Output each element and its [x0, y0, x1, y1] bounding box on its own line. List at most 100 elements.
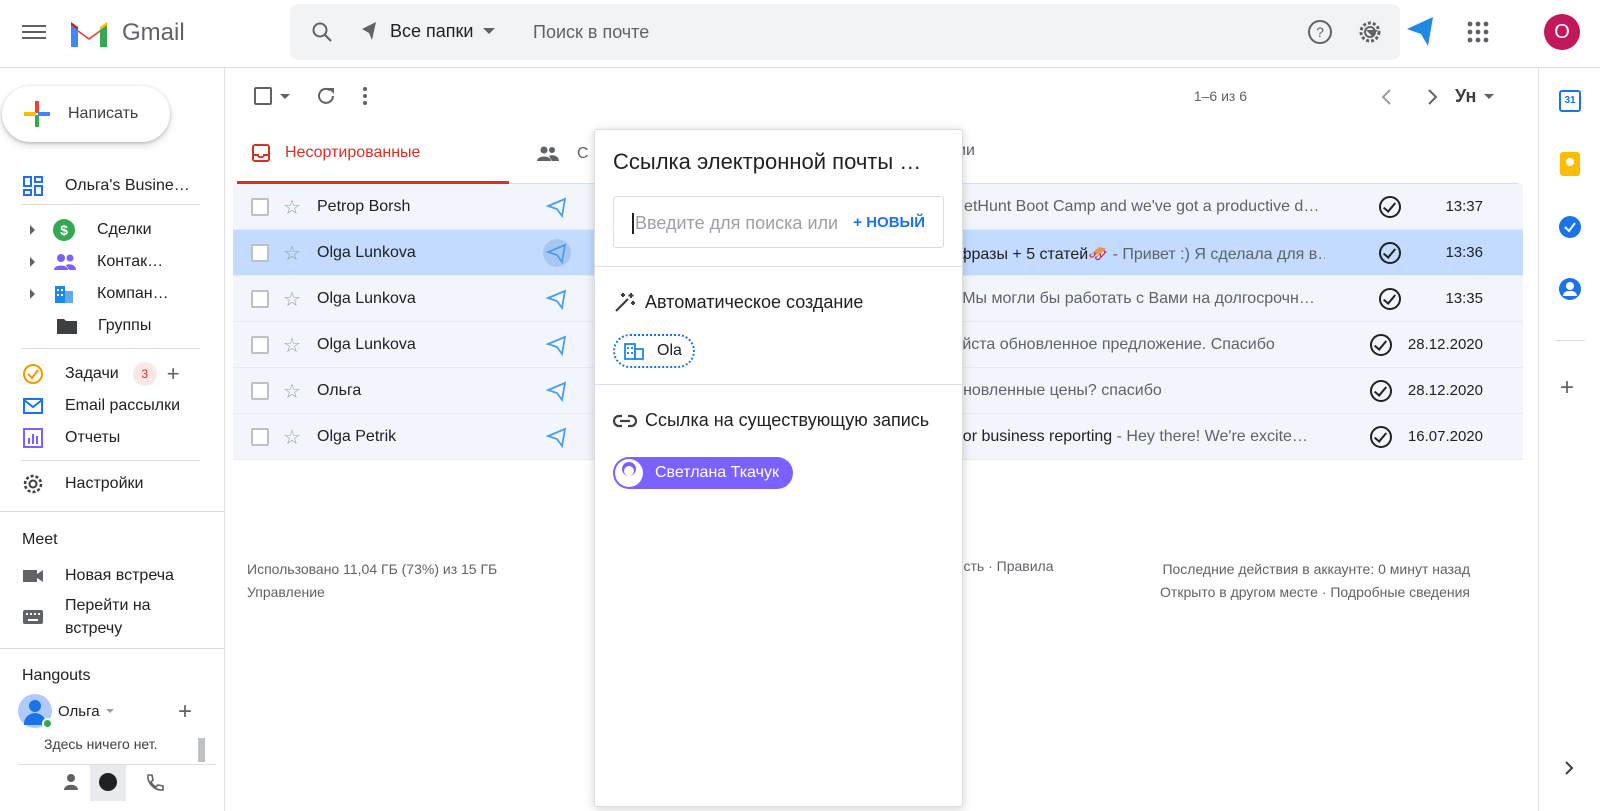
row-checkbox[interactable] — [251, 244, 269, 262]
sidebar-item-deals[interactable]: $ Сделки — [30, 216, 152, 244]
chevron-right-icon[interactable] — [1563, 760, 1575, 776]
star-icon[interactable]: ☆ — [283, 287, 301, 312]
sidebar-item-settings[interactable]: Настройки — [22, 470, 143, 498]
help-icon[interactable]: ? — [1306, 14, 1334, 50]
star-icon[interactable]: ☆ — [283, 241, 301, 266]
sidebar-item-groups[interactable]: Группы — [56, 312, 151, 340]
folder-picker[interactable]: Все папки — [360, 20, 496, 42]
chevron-right-icon[interactable] — [1425, 88, 1439, 106]
email-snippet: луйста обновленное предложение. Спасибо — [945, 336, 1275, 353]
email-subject: е фразы + 5 статей🛷 - Привет :) Я сделал… — [945, 244, 1325, 264]
star-icon[interactable]: ☆ — [283, 195, 301, 220]
sidebar-item-mailings[interactable]: Email рассылки — [22, 392, 180, 420]
auto-create-company-chip[interactable]: Ola — [613, 334, 695, 368]
join-meeting-link[interactable]: Перейти на встречу — [22, 594, 151, 640]
star-icon[interactable]: ☆ — [283, 379, 301, 404]
record-search-input[interactable]: Введите для поиска или — [632, 213, 847, 234]
add-chat-icon[interactable]: + — [178, 698, 192, 726]
sidebar-item-reports[interactable]: Отчеты — [22, 424, 120, 452]
people-icon — [537, 146, 559, 161]
account-avatar[interactable]: О — [1544, 14, 1580, 50]
refresh-icon[interactable] — [315, 85, 337, 107]
add-task-icon[interactable]: + — [167, 361, 180, 387]
new-meeting-link[interactable]: Новая встреча — [22, 562, 174, 590]
email-sender: Olga Lunkova — [317, 336, 416, 353]
done-check-icon[interactable] — [1370, 334, 1392, 356]
tab-inbox[interactable]: Несортированные — [237, 124, 509, 184]
tab-social[interactable]: С — [537, 124, 589, 184]
nethunt-link-icon[interactable] — [543, 331, 571, 359]
auto-create-section: Автоматическое создание — [613, 291, 863, 313]
calendar-icon[interactable]: 31 — [1559, 90, 1581, 112]
hangouts-chat-icon[interactable] — [90, 765, 126, 801]
chart-icon — [23, 428, 43, 448]
tasks-icon[interactable] — [1559, 216, 1581, 238]
compose-button[interactable]: Написать — [2, 86, 170, 142]
nethunt-link-icon[interactable] — [543, 193, 571, 221]
tasks-check-icon — [23, 364, 43, 384]
star-icon[interactable]: ☆ — [283, 333, 301, 358]
nethunt-link-icon[interactable] — [543, 423, 571, 451]
person-icon[interactable] — [62, 772, 80, 792]
avatar — [18, 694, 53, 729]
row-checkbox[interactable] — [251, 428, 269, 446]
nethunt-link-icon[interactable] — [543, 239, 571, 267]
chevron-down-icon[interactable] — [280, 93, 290, 99]
app-name: Gmail — [122, 19, 185, 46]
search-icon[interactable] — [310, 20, 334, 44]
details-link[interactable]: Открыто в другом месте · Подробные сведе… — [1160, 581, 1470, 604]
input-tools-button[interactable]: Ун — [1455, 86, 1495, 107]
chevron-left-icon[interactable] — [1380, 88, 1394, 106]
join-meeting-label-1: Перейти на — [65, 597, 151, 614]
email-time: 13:36 — [1445, 244, 1483, 261]
sidebar-item-companies[interactable]: Компан… — [30, 280, 169, 308]
row-checkbox[interactable] — [251, 336, 269, 354]
keyboard-icon — [23, 610, 43, 624]
phone-icon[interactable] — [144, 773, 164, 793]
input-tools-label: Ун — [1455, 86, 1477, 106]
sidebar-item-tasks[interactable]: Задачи 3 + — [22, 360, 180, 388]
manage-storage-link[interactable]: Управление — [247, 581, 497, 604]
star-icon[interactable]: ☆ — [283, 425, 301, 450]
record-search-field[interactable]: Введите для поиска или + НОВЫЙ — [613, 196, 944, 248]
nethunt-link-icon[interactable] — [543, 285, 571, 313]
chevron-down-icon — [1484, 94, 1495, 99]
row-checkbox[interactable] — [251, 382, 269, 400]
gmail-logo[interactable]: Gmail — [68, 16, 185, 50]
done-check-icon[interactable] — [1370, 380, 1392, 402]
expand-arrow-icon[interactable] — [30, 225, 35, 235]
email-time: 28.12.2020 — [1407, 382, 1483, 399]
contacts-icon[interactable] — [1559, 278, 1581, 300]
new-record-button[interactable]: + НОВЫЙ — [853, 214, 925, 231]
row-checkbox[interactable] — [251, 198, 269, 216]
footer-links[interactable]: ность · Правила — [948, 558, 1054, 574]
done-check-icon[interactable] — [1370, 426, 1392, 448]
scrollbar[interactable] — [198, 738, 205, 762]
expand-arrow-icon[interactable] — [30, 257, 35, 267]
add-addon-icon[interactable]: + — [1560, 374, 1574, 402]
popup-title: Ссылка электронной почты … — [613, 149, 922, 174]
hangouts-user[interactable]: Ольга — [18, 694, 114, 729]
nethunt-logo-icon[interactable] — [1404, 14, 1438, 50]
sidebar-item-contacts[interactable]: Контак… — [30, 248, 163, 276]
search-input[interactable]: Поиск в почте — [533, 22, 649, 43]
gear-icon[interactable] — [1356, 14, 1384, 50]
main-menu-icon[interactable] — [22, 22, 46, 42]
select-all-checkbox[interactable] — [254, 87, 290, 105]
link-icon — [613, 414, 637, 427]
done-check-icon[interactable] — [1379, 242, 1401, 264]
done-check-icon[interactable] — [1379, 288, 1401, 310]
row-checkbox[interactable] — [251, 290, 269, 308]
pagination-text: 1–6 из 6 — [1193, 88, 1247, 104]
keep-icon[interactable] — [1560, 152, 1580, 176]
dashboard-icon — [23, 176, 43, 196]
apps-grid-icon[interactable] — [1464, 14, 1492, 50]
linked-contact-chip[interactable]: Светлана Ткачук — [613, 457, 793, 489]
done-check-icon[interactable] — [1379, 196, 1401, 218]
nethunt-link-icon[interactable] — [543, 377, 571, 405]
expand-arrow-icon[interactable] — [30, 289, 35, 299]
sidebar-item-business[interactable]: Ольга's Busine… — [22, 172, 190, 200]
search-bar[interactable]: Все папки Поиск в почте — [290, 4, 1400, 60]
more-vert-icon[interactable] — [361, 85, 369, 107]
tab-social-label: С — [577, 145, 589, 162]
